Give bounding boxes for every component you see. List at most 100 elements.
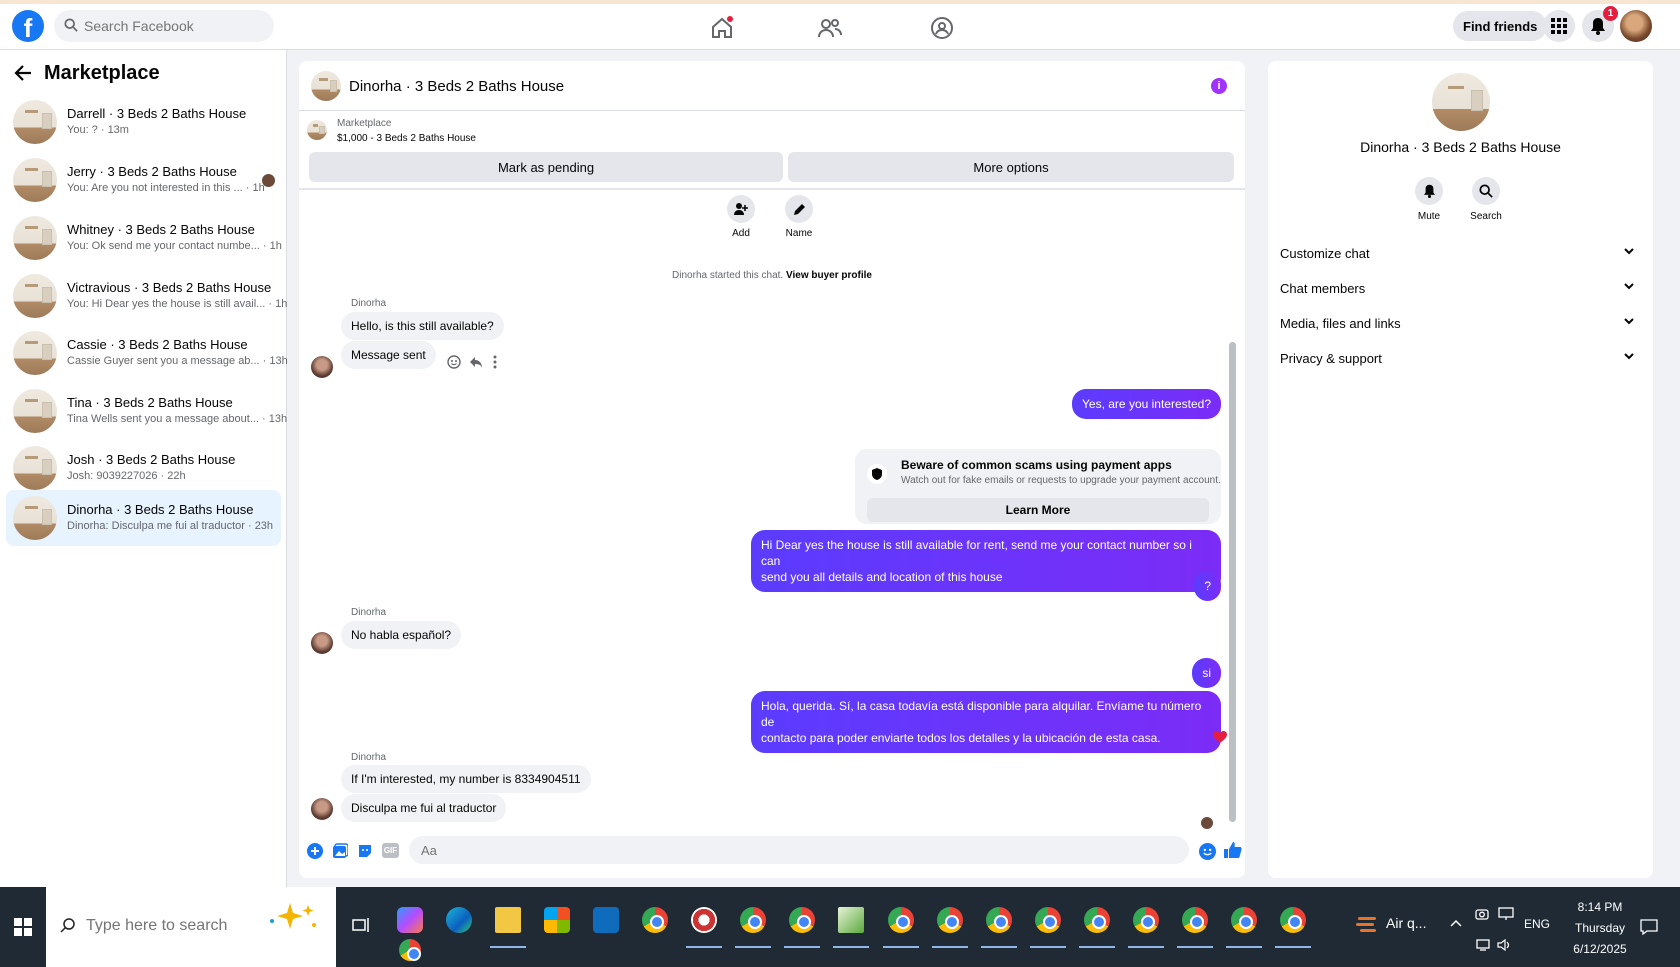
incoming-message[interactable]: Disculpa me fui al traductor <box>341 794 507 822</box>
more-vertical-icon[interactable] <box>493 355 497 369</box>
conversation-item[interactable]: Darrell · 3 Beds 2 Baths House You: ? · … <box>6 94 281 150</box>
add-people-action[interactable]: Add <box>721 195 761 239</box>
sender-avatar[interactable] <box>311 632 333 654</box>
conversation-item[interactable]: Cassie · 3 Beds 2 Baths House Cassie Guy… <box>6 325 288 381</box>
windows-logo-icon <box>14 918 32 936</box>
chrome-profile-icon[interactable] <box>789 907 815 933</box>
copilot-app-icon[interactable] <box>397 907 423 933</box>
chrome-window-icon-active[interactable] <box>1182 907 1208 933</box>
media-files-links-section[interactable]: Media, files and links <box>1280 309 1642 339</box>
conversation-item[interactable]: Victravious · 3 Beds 2 Baths House You: … <box>6 268 287 324</box>
learn-more-button[interactable]: Learn More <box>867 498 1209 522</box>
conversation-name: Josh · 3 Beds 2 Baths House <box>67 452 236 467</box>
search-icon <box>1479 184 1493 198</box>
chrome-window-icon[interactable] <box>1280 907 1306 933</box>
task-view-icon[interactable] <box>352 917 370 933</box>
scrollbar-thumb[interactable] <box>1229 342 1236 822</box>
facebook-logo-icon[interactable]: f <box>12 10 44 43</box>
photo-icon[interactable] <box>332 843 348 859</box>
incoming-message[interactable]: Hello, is this still available? <box>341 312 504 340</box>
search-conversation-action[interactable]: Search <box>1462 177 1510 222</box>
edge-app-icon[interactable] <box>446 907 472 933</box>
emoji-icon[interactable] <box>1199 843 1216 860</box>
language-indicator[interactable]: ENG <box>1524 917 1550 931</box>
chrome-window-icon[interactable] <box>1133 907 1159 933</box>
conversation-item[interactable]: Jerry · 3 Beds 2 Baths House You: Are yo… <box>6 152 281 208</box>
find-friends-button[interactable]: Find friends <box>1453 11 1548 41</box>
volume-icon[interactable] <box>1497 939 1513 951</box>
conversation-item[interactable]: Tina · 3 Beds 2 Baths House Tina Wells s… <box>6 383 287 439</box>
chrome-window-icon[interactable] <box>937 907 963 933</box>
start-button[interactable] <box>0 887 46 967</box>
search-facebook-input[interactable] <box>80 10 266 42</box>
outlook-app-icon[interactable] <box>593 907 619 933</box>
store-app-icon[interactable] <box>544 907 570 933</box>
sender-avatar[interactable] <box>311 798 333 820</box>
message-input[interactable] <box>409 836 1189 864</box>
gif-icon[interactable]: GIF <box>382 843 399 858</box>
thumbs-up-icon[interactable] <box>1224 841 1242 859</box>
search-facebook-box[interactable] <box>54 10 274 42</box>
chrome-window-icon[interactable] <box>1084 907 1110 933</box>
outgoing-message[interactable]: Hi Dear yes the house is still available… <box>751 530 1221 592</box>
chrome-window-icon[interactable] <box>986 907 1012 933</box>
sheet-app-icon[interactable] <box>838 907 864 933</box>
reply-icon[interactable] <box>469 355 483 369</box>
outgoing-message[interactable]: Yes, are you interested? <box>1072 389 1221 419</box>
taskbar-search-input[interactable] <box>86 911 266 941</box>
outgoing-message[interactable]: si <box>1192 658 1221 688</box>
chrome-window-icon[interactable] <box>1231 907 1257 933</box>
heart-reaction-icon[interactable] <box>1213 731 1227 744</box>
network-icon[interactable] <box>1476 939 1490 951</box>
active-indicator <box>1177 946 1213 948</box>
chrome-app-icon[interactable] <box>642 907 668 933</box>
customize-chat-section[interactable]: Customize chat <box>1280 239 1642 269</box>
info-icon[interactable]: i <box>1211 78 1227 94</box>
mute-action[interactable]: Mute <box>1405 177 1453 222</box>
chat-title[interactable]: Dinorha · 3 Beds 2 Baths House <box>349 78 564 95</box>
profile-avatar[interactable] <box>1620 10 1652 42</box>
chat-avatar[interactable] <box>311 71 341 101</box>
air-quality-icon[interactable] <box>1356 913 1378 935</box>
conversation-item[interactable]: Whitney · 3 Beds 2 Baths House You: Ok s… <box>6 210 282 266</box>
file-explorer-icon[interactable] <box>495 907 521 933</box>
back-arrow-icon[interactable] <box>14 64 32 82</box>
weather-widget-text[interactable]: Air q... <box>1386 915 1426 931</box>
section-title: Customize chat <box>1280 246 1370 261</box>
sender-avatar[interactable] <box>311 356 333 378</box>
system-clock[interactable]: 8:14 PM Thursday 6/12/2025 <box>1555 897 1645 960</box>
outgoing-message[interactable]: Hola, querida. Sí, la casa todavía está … <box>751 691 1221 753</box>
app-icon[interactable] <box>691 907 717 933</box>
privacy-support-section[interactable]: Privacy & support <box>1280 344 1642 374</box>
camera-icon[interactable] <box>1475 907 1489 921</box>
sticker-icon[interactable] <box>357 843 373 859</box>
name-chat-action[interactable]: Name <box>779 195 819 239</box>
chevron-up-icon[interactable] <box>1450 919 1462 927</box>
taskbar-search-box[interactable] <box>46 887 336 967</box>
react-emoji-icon[interactable] <box>447 355 461 369</box>
info-avatar[interactable] <box>1432 73 1490 131</box>
chrome-profile-icon[interactable] <box>740 907 766 933</box>
groups-icon[interactable] <box>930 16 954 40</box>
more-options-button[interactable]: More options <box>788 152 1234 182</box>
friends-icon[interactable] <box>818 16 842 40</box>
plus-circle-icon[interactable] <box>307 843 323 859</box>
incoming-message[interactable]: Message sent <box>341 341 436 369</box>
marketplace-listing-strip[interactable]: Marketplace $1,000 - 3 Beds 2 Baths Hous… <box>299 112 1245 152</box>
listing-thumbnail <box>13 100 57 144</box>
chrome-pinned-icon[interactable] <box>399 939 421 961</box>
outgoing-message[interactable]: ? <box>1194 571 1221 601</box>
mark-as-pending-button[interactable]: Mark as pending <box>309 152 783 182</box>
view-buyer-profile-link[interactable]: View buyer profile <box>786 270 872 281</box>
chrome-window-icon[interactable] <box>1035 907 1061 933</box>
conversation-item[interactable]: Josh · 3 Beds 2 Baths House Josh: 903922… <box>6 440 281 496</box>
chrome-window-icon[interactable] <box>888 907 914 933</box>
home-icon[interactable] <box>710 16 734 40</box>
incoming-message[interactable]: If I'm interested, my number is 83349045… <box>341 765 591 793</box>
notification-center-icon[interactable] <box>1640 919 1658 935</box>
conversation-item-active[interactable]: Dinorha · 3 Beds 2 Baths House Dinorha: … <box>6 490 281 546</box>
incoming-message[interactable]: No habla español? <box>341 621 462 649</box>
display-icon[interactable] <box>1498 907 1514 921</box>
chat-members-section[interactable]: Chat members <box>1280 274 1642 304</box>
menu-grid-button[interactable] <box>1543 10 1575 42</box>
